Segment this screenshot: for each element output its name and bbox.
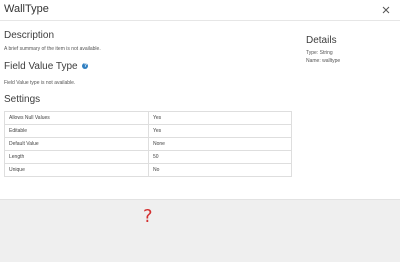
field-value-type-text: Field Value type is not available.: [4, 80, 76, 86]
table-row: Editable Yes: [4, 124, 292, 138]
setting-value: None: [148, 137, 292, 151]
field-details-dialog: WallType Description A brief summary of …: [0, 0, 400, 200]
setting-value: No: [148, 163, 292, 177]
setting-label: Default Value: [4, 137, 149, 151]
field-value-type-label: Field Value Type: [4, 61, 78, 72]
setting-label: Unique: [4, 163, 149, 177]
setting-label: Allows Null Values: [4, 111, 149, 125]
info-icon[interactable]: ?: [82, 63, 89, 70]
close-icon[interactable]: [380, 3, 392, 15]
details-panel: Details Type: String Name: walltype: [306, 35, 340, 64]
settings-heading: Settings: [4, 94, 41, 105]
details-type: Type: String: [306, 50, 333, 56]
setting-value: 50: [148, 150, 292, 164]
table-row: Allows Null Values Yes: [4, 111, 292, 125]
field-value-type-heading: Field Value Type ?: [4, 61, 89, 72]
settings-table: Allows Null Values Yes Editable Yes Defa…: [4, 111, 292, 177]
table-row: Unique No: [4, 163, 292, 177]
setting-value: Yes: [148, 111, 292, 125]
details-heading: Details: [306, 35, 337, 46]
description-text: A brief summary of the item is not avail…: [4, 46, 101, 52]
table-row: Length 50: [4, 150, 292, 164]
description-heading: Description: [4, 30, 55, 41]
table-row: Default Value None: [4, 137, 292, 151]
setting-value: Yes: [148, 124, 292, 138]
red-question-mark: ?: [143, 206, 153, 227]
details-name: Name: walltype: [306, 58, 341, 64]
dialog-title: WallType: [4, 3, 49, 15]
dialog-header: WallType: [0, 0, 400, 21]
setting-label: Editable: [4, 124, 149, 138]
setting-label: Length: [4, 150, 149, 164]
